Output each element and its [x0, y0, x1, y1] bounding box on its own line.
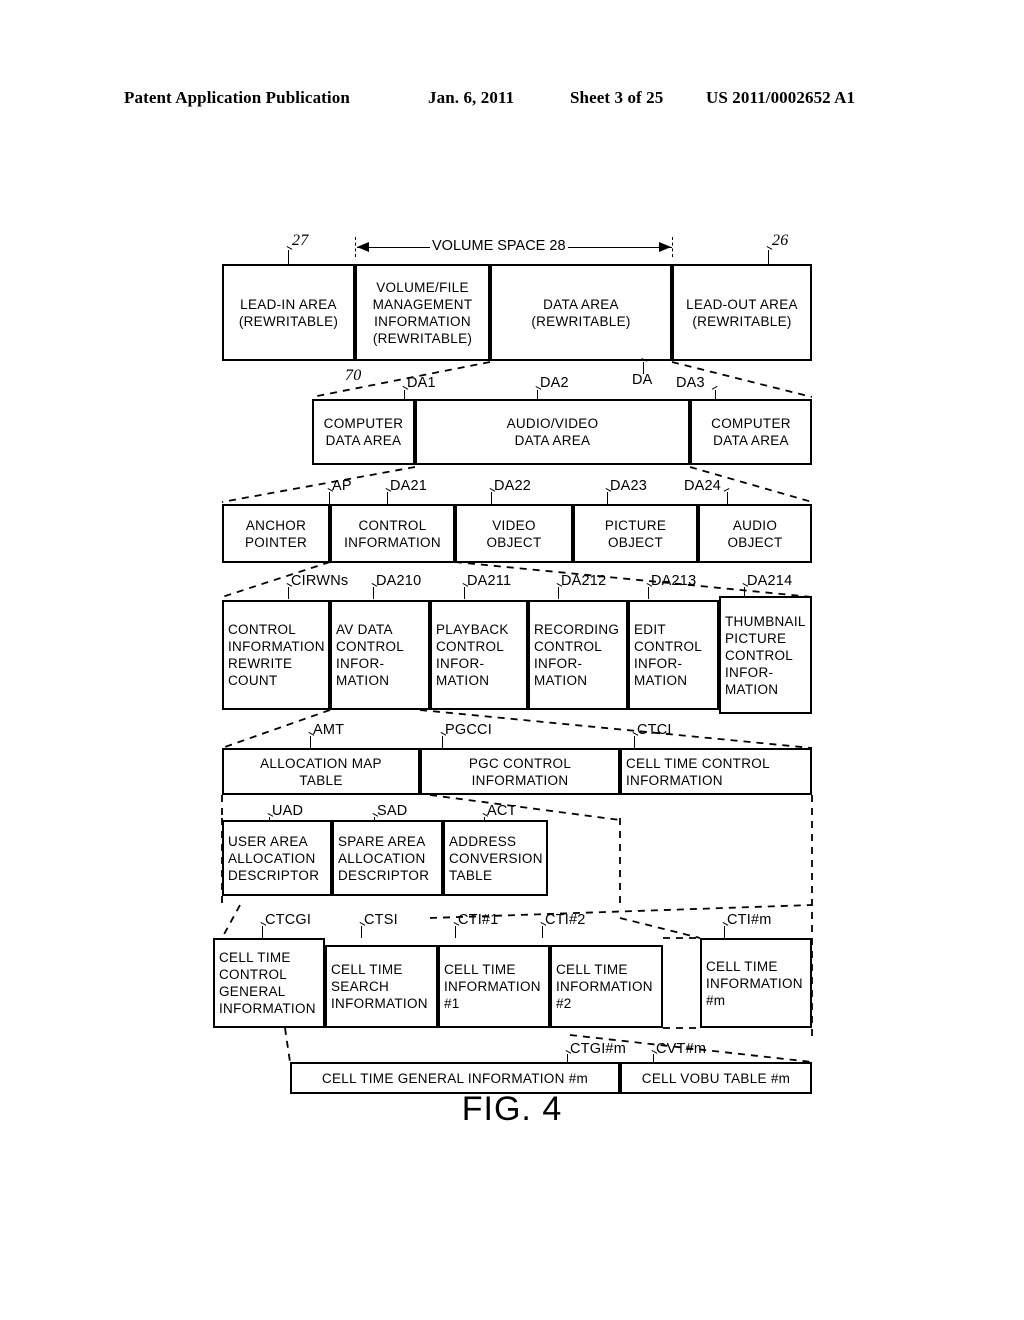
ref-uad: UAD — [272, 803, 304, 819]
ref-da211: DA211 — [467, 573, 512, 589]
ref-da23-tick — [607, 492, 608, 504]
ref-da22-tick — [491, 492, 492, 504]
box-edit-control-information: EDIT CONTROL INFOR- MATION — [628, 600, 719, 710]
box-cell-time-information-1: CELL TIME INFORMATION #1 — [438, 945, 550, 1028]
ref-27-tick — [288, 250, 289, 264]
ref-da23: DA23 — [610, 478, 648, 494]
ref-da21-tick — [387, 492, 388, 504]
box-video-object: VIDEO OBJECT — [455, 504, 573, 563]
ref-cti-2: CTI#2 — [545, 912, 586, 928]
ref-26: 26 — [772, 232, 789, 249]
box-anchor-pointer: ANCHOR POINTER — [222, 504, 330, 563]
ref-27: 27 — [292, 232, 309, 249]
ref-da2: DA2 — [540, 375, 569, 391]
ref-da211-tick — [464, 587, 465, 599]
box-cell-time-information-2: CELL TIME INFORMATION #2 — [550, 945, 663, 1028]
ref-ap-tick — [329, 492, 330, 504]
ref-da21: DA21 — [390, 478, 428, 494]
box-cell-time-information-m: CELL TIME INFORMATION #m — [700, 938, 812, 1028]
ref-da212: DA212 — [561, 573, 607, 589]
box-cell-time-control-general-information: CELL TIME CONTROL GENERAL INFORMATION — [213, 938, 325, 1028]
ref-sad: SAD — [377, 803, 408, 819]
ref-da210: DA210 — [376, 573, 422, 589]
ref-cti-1: CTI#1 — [458, 912, 499, 928]
ref-da3: DA3 — [676, 375, 705, 391]
arrow-right-icon — [659, 242, 671, 252]
ref-cti-m-tick — [724, 926, 725, 938]
ref-da214: DA214 — [747, 573, 793, 589]
box-control-information-rewrite-count: CONTROL INFORMATION REWRITE COUNT — [222, 600, 330, 710]
ref-ctcgi: CTCGI — [265, 912, 312, 928]
box-spare-area-allocation-descriptor: SPARE AREA ALLOCATION DESCRIPTOR — [332, 820, 443, 896]
ref-26-tick — [768, 250, 769, 264]
box-cell-time-control-information: CELL TIME CONTROL INFORMATION — [620, 748, 812, 795]
box-thumbnail-picture-control-information: THUMBNAIL PICTURE CONTROL INFOR- MATION — [719, 596, 812, 714]
box-av-data-control-information: AV DATA CONTROL INFOR- MATION — [330, 600, 430, 710]
ref-ctsi: CTSI — [364, 912, 398, 928]
header-sheet: Sheet 3 of 25 — [570, 88, 664, 107]
ref-da210-tick — [373, 587, 374, 599]
ref-cti-2-tick — [542, 926, 543, 938]
ref-da213: DA213 — [651, 573, 697, 589]
box-control-information: CONTROL INFORMATION — [330, 504, 455, 563]
ref-da212-tick — [558, 587, 559, 599]
ref-da24-tick — [727, 492, 728, 504]
ref-cirwns: CIRWNs — [291, 573, 349, 589]
box-computer-data-area-2: COMPUTER DATA AREA — [690, 399, 812, 465]
ref-da213-tick — [648, 587, 649, 599]
ref-ctci-tick — [634, 736, 635, 748]
ref-pgcci: PGCCI — [445, 722, 492, 738]
box-audio-video-data-area: AUDIO/VIDEO DATA AREA — [415, 399, 690, 465]
ref-ctsi-tick — [361, 926, 362, 938]
box-cell-time-search-information: CELL TIME SEARCH INFORMATION — [325, 945, 438, 1028]
ref-cirwns-tick — [288, 587, 289, 599]
figure-caption: FIG. 4 — [461, 1090, 563, 1128]
ref-da: DA — [632, 372, 653, 388]
ref-pgcci-tick — [442, 736, 443, 748]
box-allocation-map-table: ALLOCATION MAP TABLE — [222, 748, 420, 795]
volume-space-label: VOLUME SPACE 28 — [430, 238, 568, 254]
header-publication: Patent Application Publication — [124, 88, 350, 107]
ref-amt: AMT — [313, 722, 345, 738]
box-lead-in-area: LEAD-IN AREA (REWRITABLE) — [222, 264, 355, 361]
ref-act: ACT — [487, 803, 517, 819]
box-picture-object: PICTURE OBJECT — [573, 504, 698, 563]
ref-da-tick — [643, 362, 644, 374]
box-audio-object: AUDIO OBJECT — [698, 504, 812, 563]
arrow-left-icon — [357, 242, 369, 252]
ref-cti-1-tick — [455, 926, 456, 938]
ref-cti-m: CTI#m — [727, 912, 772, 928]
ref-da22: DA22 — [494, 478, 532, 494]
box-computer-data-area-1: COMPUTER DATA AREA — [312, 399, 415, 465]
ref-cvt-m: CVT#m — [656, 1041, 707, 1057]
ref-ap: AP — [332, 478, 352, 494]
header-date: Jan. 6, 2011 — [428, 88, 515, 107]
box-user-area-allocation-descriptor: USER AREA ALLOCATION DESCRIPTOR — [222, 820, 332, 896]
box-playback-control-information: PLAYBACK CONTROL INFOR- MATION — [430, 600, 528, 710]
header-patent-number: US 2011/0002652 A1 — [706, 88, 856, 107]
ref-ctgi-m: CTGI#m — [570, 1041, 626, 1057]
box-data-area: DATA AREA (REWRITABLE) — [490, 264, 672, 361]
box-pgc-control-information: PGC CONTROL INFORMATION — [420, 748, 620, 795]
box-recording-control-information: RECORDING CONTROL INFOR- MATION — [528, 600, 628, 710]
ref-ctcgi-tick — [262, 926, 263, 938]
box-volume-file-management-information: VOLUME/FILE MANAGEMENT INFORMATION (REWR… — [355, 264, 490, 361]
ref-amt-tick — [310, 736, 311, 748]
box-address-conversion-table: ADDRESS CONVERSION TABLE — [443, 820, 548, 896]
box-lead-out-area: LEAD-OUT AREA (REWRITABLE) — [672, 264, 812, 361]
patent-figure-page: Patent Application Publication Jan. 6, 2… — [0, 0, 1024, 1320]
ref-70: 70 — [345, 367, 362, 384]
ref-da1: DA1 — [407, 375, 436, 391]
ref-ctci: CTCI — [637, 722, 672, 738]
ref-da24: DA24 — [684, 478, 722, 494]
